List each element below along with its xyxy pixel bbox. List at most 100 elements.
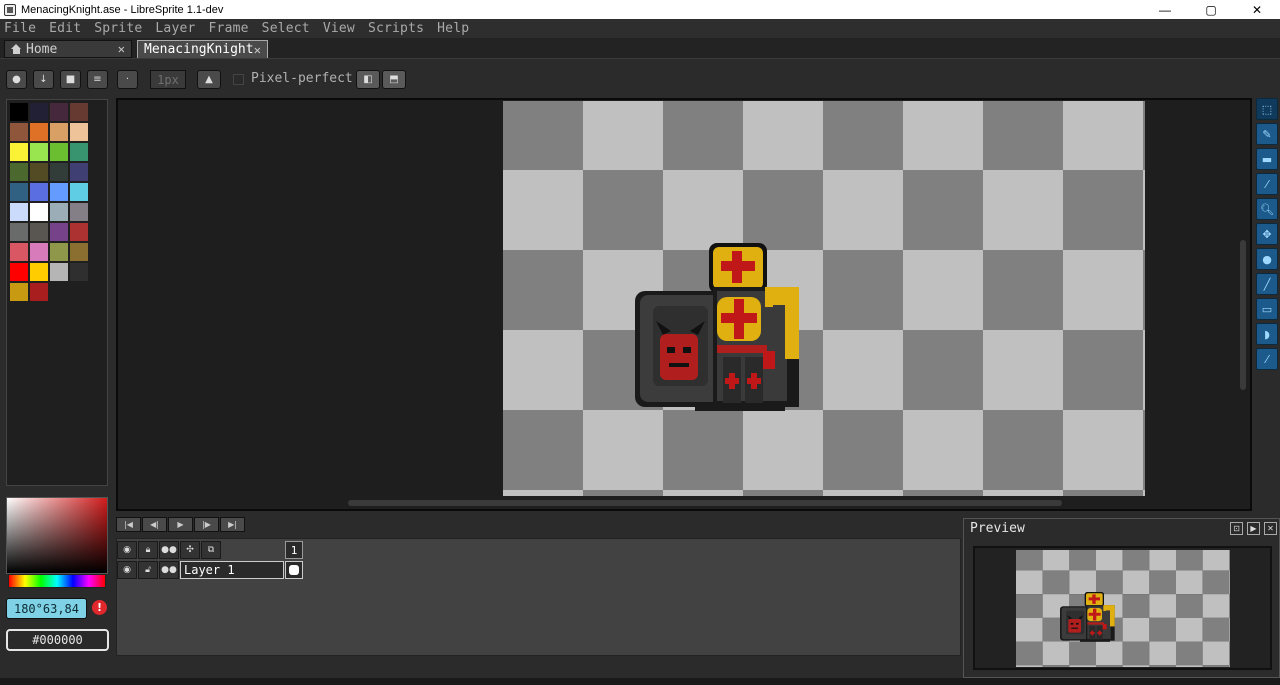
tab-home[interactable]: Home ✕ <box>4 40 132 58</box>
palette-swatch[interactable] <box>50 143 68 161</box>
layer-lock-icon[interactable]: 🔓︎ <box>138 561 158 579</box>
rectangle-tool-icon[interactable]: ▭ <box>1256 298 1278 320</box>
palette-swatch[interactable] <box>10 163 28 181</box>
first-frame-icon[interactable]: |◀ <box>116 517 141 532</box>
preview-close-icon[interactable]: ✕ <box>1264 522 1277 535</box>
menu-edit[interactable]: Edit <box>49 21 81 36</box>
blur-tool-icon[interactable]: ⁄ <box>1256 348 1278 370</box>
menu-select[interactable]: Select <box>262 21 310 36</box>
palette-swatch[interactable] <box>50 163 68 181</box>
brush-down-icon[interactable]: ↓ <box>33 70 54 89</box>
previous-frame-icon[interactable]: ◀| <box>142 517 167 532</box>
menu-scripts[interactable]: Scripts <box>368 21 424 36</box>
cel-frame-1[interactable] <box>285 561 303 579</box>
last-frame-icon[interactable]: ▶| <box>220 517 245 532</box>
palette-swatch[interactable] <box>50 263 68 281</box>
preview-center-icon[interactable]: ⊡ <box>1230 522 1243 535</box>
hue-slider[interactable] <box>8 574 106 588</box>
palette-swatch[interactable] <box>10 143 28 161</box>
palette-swatch[interactable] <box>10 103 28 121</box>
brush-lines-icon[interactable]: ≡ <box>87 70 108 89</box>
palette-swatch[interactable] <box>30 223 48 241</box>
palette-swatch[interactable] <box>30 183 48 201</box>
onion-skin-icon[interactable]: ✣ <box>180 541 200 559</box>
palette-swatch[interactable] <box>70 203 88 221</box>
menu-frame[interactable]: Frame <box>209 21 249 36</box>
preview-play-icon[interactable]: ▶ <box>1247 522 1260 535</box>
layer-visible-icon[interactable]: ◉ <box>117 561 137 579</box>
palette-swatch[interactable] <box>30 123 48 141</box>
hsv-color-field[interactable]: 180°63,84 <box>6 598 87 619</box>
palette-swatch[interactable] <box>10 263 28 281</box>
paint-bucket-tool-icon[interactable]: ● <box>1256 248 1278 270</box>
tab-home-close-icon[interactable]: ✕ <box>118 42 125 56</box>
palette-swatch[interactable] <box>10 123 28 141</box>
next-frame-icon[interactable]: |▶ <box>194 517 219 532</box>
symmetry-vertical-icon[interactable]: ◧ <box>356 70 380 89</box>
palette-swatch[interactable] <box>70 143 88 161</box>
visibility-header-icon[interactable]: ◉ <box>117 541 137 559</box>
palette-swatch[interactable] <box>50 123 68 141</box>
palette-swatch[interactable] <box>10 283 28 301</box>
layer-continuous-icon[interactable]: ●● <box>159 561 179 579</box>
line-tool-icon[interactable]: ╱ <box>1256 273 1278 295</box>
eyedropper-tool-icon[interactable]: ⁄ <box>1256 173 1278 195</box>
layer-name[interactable]: Layer 1 <box>180 561 284 579</box>
sprite-canvas[interactable] <box>503 101 1145 496</box>
frame-layer-icon[interactable]: ⧉ <box>201 541 221 559</box>
palette-swatch[interactable] <box>30 243 48 261</box>
menu-view[interactable]: View <box>323 21 355 36</box>
palette-swatch[interactable] <box>50 243 68 261</box>
palette-swatch[interactable] <box>50 203 68 221</box>
move-tool-icon[interactable]: ✥ <box>1256 223 1278 245</box>
brush-square-icon[interactable]: ■ <box>60 70 81 89</box>
horizontal-scrollbar[interactable] <box>348 500 1062 506</box>
tab-menacingknight[interactable]: MenacingKnight ✕ <box>137 40 268 58</box>
palette-swatch[interactable] <box>10 223 28 241</box>
menu-sprite[interactable]: Sprite <box>94 21 142 36</box>
palette-swatch[interactable] <box>50 103 68 121</box>
preview-view[interactable] <box>973 546 1272 670</box>
tab-doc-close-icon[interactable]: ✕ <box>254 43 261 57</box>
palette-swatch[interactable] <box>30 103 48 121</box>
brush-type-icon[interactable]: ● <box>6 70 27 89</box>
symmetry-horizontal-icon[interactable]: ⬒ <box>382 70 406 89</box>
editor-view[interactable] <box>116 98 1252 511</box>
palette-swatch[interactable] <box>30 163 48 181</box>
menu-help[interactable]: Help <box>437 21 469 36</box>
palette-swatch[interactable] <box>70 103 88 121</box>
palette-swatch[interactable] <box>50 183 68 201</box>
palette-swatch[interactable] <box>70 243 88 261</box>
lasso-tool-icon[interactable]: ◗ <box>1256 323 1278 345</box>
palette-swatch[interactable] <box>30 283 48 301</box>
pixel-perfect-checkbox[interactable] <box>233 74 244 85</box>
minimize-button[interactable]: — <box>1142 0 1188 19</box>
warning-icon[interactable]: ! <box>92 600 107 615</box>
maximize-button[interactable]: ▢ <box>1188 0 1234 19</box>
layer-row[interactable]: ◉ 🔓︎ ●● Layer 1 <box>117 561 284 579</box>
zoom-tool-icon[interactable]: 🔍︎ <box>1256 198 1278 220</box>
palette-swatch[interactable] <box>30 143 48 161</box>
palette-swatch[interactable] <box>50 223 68 241</box>
eraser-tool-icon[interactable]: ▬ <box>1256 148 1278 170</box>
pencil-tool-icon[interactable]: ✎ <box>1256 123 1278 145</box>
palette-swatch[interactable] <box>70 183 88 201</box>
continuous-header-icon[interactable]: ●● <box>159 541 179 559</box>
palette-swatch[interactable] <box>30 203 48 221</box>
palette-swatch[interactable] <box>10 183 28 201</box>
frame-header[interactable]: 1 <box>285 541 303 559</box>
hex-color-field[interactable]: #000000 <box>6 629 109 651</box>
palette-swatch[interactable] <box>30 263 48 281</box>
brush-size-field[interactable]: 1px <box>150 70 186 89</box>
brush-dot-icon[interactable]: · <box>117 70 138 89</box>
palette-swatch[interactable] <box>70 123 88 141</box>
ink-icon[interactable]: ▲ <box>197 70 221 89</box>
palette-swatch[interactable] <box>70 163 88 181</box>
palette-swatch[interactable] <box>10 203 28 221</box>
close-window-button[interactable]: ✕ <box>1234 0 1280 19</box>
lock-header-icon[interactable]: 🔒︎ <box>138 541 158 559</box>
vertical-scrollbar[interactable] <box>1240 240 1246 390</box>
menu-layer[interactable]: Layer <box>155 21 195 36</box>
play-icon[interactable]: ▶ <box>168 517 193 532</box>
palette-swatch[interactable] <box>70 263 88 281</box>
